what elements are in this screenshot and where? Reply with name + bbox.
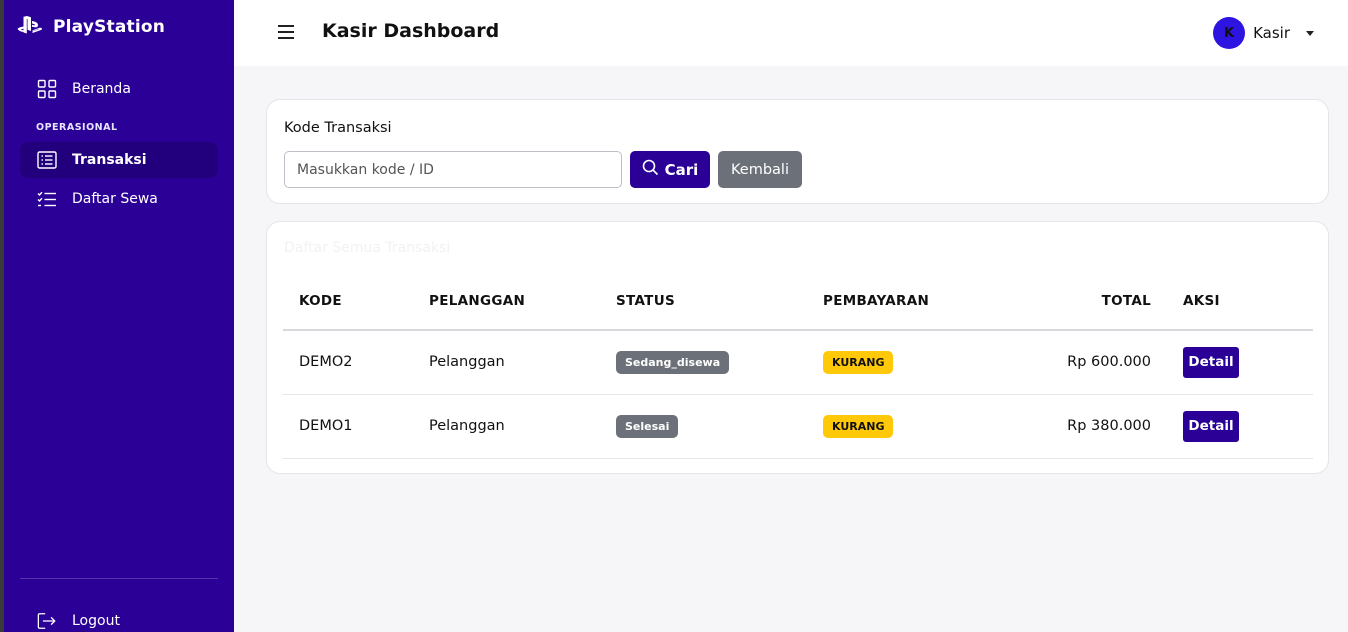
list-check-icon [37, 189, 57, 209]
menu-toggle-icon[interactable] [278, 25, 294, 39]
logout-icon [37, 611, 57, 631]
cell-pembayaran: KURANG [807, 330, 1007, 395]
column-header-aksi: AKSI [1167, 272, 1313, 331]
sidebar-item-label: Beranda [72, 81, 131, 97]
search-button-label: Cari [664, 160, 699, 179]
cell-aksi: Detail [1167, 330, 1313, 395]
logout-label: Logout [72, 613, 120, 629]
transactions-table: KODE PELANGGAN STATUS PEMBAYARAN TOTAL A… [283, 272, 1313, 459]
detail-button[interactable]: Detail [1183, 410, 1239, 442]
sidebar-item-label: Daftar Sewa [72, 191, 158, 207]
table-row: DEMO2 Pelanggan Sedang_disewa KURANG Rp … [283, 330, 1313, 395]
cell-aksi: Detail [1167, 394, 1313, 459]
table-row: DEMO1 Pelanggan Selesai KURANG Rp 380.00… [283, 394, 1313, 459]
cell-total: Rp 600.000 [1007, 330, 1167, 395]
sidebar-item-beranda[interactable]: Beranda [20, 71, 218, 107]
column-header-total: TOTAL [1007, 272, 1167, 331]
cell-kode: DEMO2 [283, 330, 413, 395]
column-header-pembayaran: PEMBAYARAN [807, 272, 1007, 331]
brand[interactable]: PlayStation [17, 15, 165, 39]
column-header-status: STATUS [600, 272, 807, 331]
column-header-kode: KODE [283, 272, 413, 331]
sidebar-item-transaksi[interactable]: Transaksi [20, 142, 218, 178]
search-label: Kode Transaksi [284, 120, 392, 136]
payment-badge: KURANG [823, 414, 894, 438]
cell-kode: DEMO1 [283, 394, 413, 459]
sidebar-divider [20, 578, 218, 579]
playstation-logo-icon [17, 15, 43, 39]
caret-down-icon [1306, 30, 1314, 36]
cell-pelanggan: Pelanggan [413, 330, 600, 395]
back-button[interactable]: Kembali [718, 151, 802, 188]
cell-total: Rp 380.000 [1007, 394, 1167, 459]
logout-button[interactable]: Logout [20, 603, 218, 632]
cell-pelanggan: Pelanggan [413, 394, 600, 459]
payment-badge: KURANG [823, 350, 894, 374]
sidebar-item-label: Transaksi [72, 152, 147, 168]
detail-button[interactable]: Detail [1183, 346, 1239, 378]
search-card: Kode Transaksi Cari Kembali [266, 99, 1329, 204]
page-title: Kasir Dashboard [322, 20, 500, 42]
grid-icon [37, 79, 57, 99]
topbar: Kasir Dashboard K Kasir [234, 0, 1348, 66]
status-badge: Selesai [616, 414, 679, 438]
avatar: K [1213, 17, 1246, 49]
status-badge: Sedang_disewa [616, 350, 730, 374]
receipt-icon [37, 150, 57, 170]
search-button[interactable]: Cari [630, 151, 710, 188]
user-name: Kasir [1253, 24, 1290, 42]
search-icon [642, 159, 659, 180]
cell-status: Sedang_disewa [600, 330, 807, 395]
table-title: Daftar Semua Transaksi [284, 240, 451, 256]
cell-pembayaran: KURANG [807, 394, 1007, 459]
column-header-pelanggan: PELANGGAN [413, 272, 600, 331]
sidebar: PlayStation Beranda OPERASIONAL Transaks… [4, 0, 234, 632]
table-header-row: KODE PELANGGAN STATUS PEMBAYARAN TOTAL A… [283, 272, 1313, 331]
sidebar-item-daftar-sewa[interactable]: Daftar Sewa [20, 181, 218, 217]
cell-status: Selesai [600, 394, 807, 459]
sidebar-section-title: OPERASIONAL [36, 122, 118, 133]
brand-name: PlayStation [53, 17, 166, 37]
user-menu[interactable]: K Kasir [1213, 17, 1314, 49]
transactions-card: Daftar Semua Transaksi KODE PELANGGAN ST… [266, 221, 1329, 474]
search-input[interactable] [284, 151, 622, 188]
